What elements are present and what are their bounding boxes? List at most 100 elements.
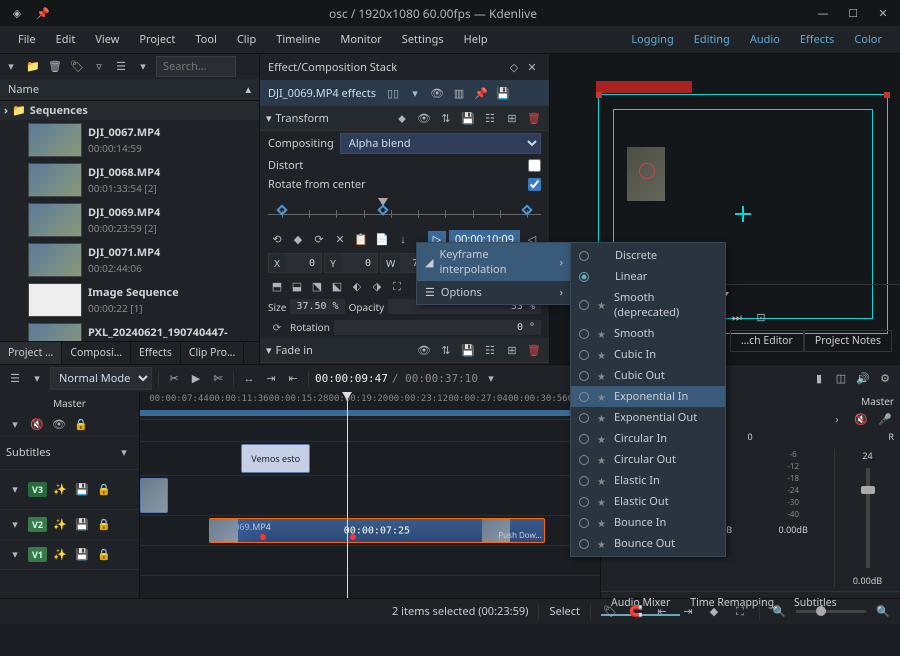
layout-audio[interactable]: Audio — [740, 28, 790, 51]
float-icon[interactable]: ◇ — [505, 58, 523, 76]
move-icon[interactable]: ⇅ — [437, 341, 455, 359]
menu-edit[interactable]: Edit — [46, 28, 86, 51]
interp-option[interactable]: ★Circular Out — [571, 449, 725, 470]
master-fader[interactable]: 24 0.00dB — [834, 449, 894, 587]
apply-icon[interactable]: ↓ — [394, 231, 412, 249]
chevron-down-icon[interactable]: ▾ — [406, 84, 424, 102]
eye-icon[interactable]: 👁 — [415, 109, 433, 127]
menu-timeline[interactable]: Timeline — [266, 28, 330, 51]
size-value[interactable]: 37.50 % — [290, 299, 344, 314]
tab-effects[interactable]: Effects — [131, 342, 181, 364]
fit-icon[interactable]: ⛶ — [388, 277, 406, 295]
marker-icon[interactable]: ▮ — [810, 370, 828, 388]
close-icon[interactable]: ✕ — [874, 4, 892, 22]
delete-effect-icon[interactable]: 🗑 — [525, 109, 543, 127]
mute-icon[interactable]: 🔇 — [28, 416, 46, 434]
fx-icon[interactable]: ✨ — [51, 546, 69, 564]
interp-option[interactable]: ★Bounce In — [571, 512, 725, 533]
compositing-select[interactable]: Alpha blend — [340, 133, 541, 154]
skip-forward-icon[interactable]: ⏭ — [728, 308, 746, 326]
tab-compositions[interactable]: Composi… — [62, 342, 131, 364]
bin-sequences-folder[interactable]: › 📁 Sequences — [0, 101, 259, 120]
expand-icon[interactable]: ▾ — [6, 481, 24, 499]
lock-icon[interactable]: 🔒 — [72, 416, 90, 434]
prev-keyframe-icon[interactable]: ⟲ — [268, 231, 286, 249]
subtitle-clip[interactable]: Vemos esto — [241, 444, 310, 473]
bin-item[interactable]: DJI_0071.MP400:02:44:06 — [0, 240, 259, 280]
menu-monitor[interactable]: Monitor — [330, 28, 391, 51]
save-icon[interactable]: 💾 — [73, 481, 91, 499]
align-left-icon[interactable]: ⬒ — [268, 277, 286, 295]
interp-option[interactable]: ★Smooth — [571, 323, 725, 344]
menu-file[interactable]: File — [8, 28, 46, 51]
chevron-down-icon[interactable]: ▾ — [115, 444, 133, 462]
menu-options[interactable]: ☰ Options › — [417, 281, 571, 304]
save-icon[interactable]: 💾 — [494, 84, 512, 102]
align-center-icon[interactable]: ⬓ — [288, 277, 306, 295]
fader-knob[interactable] — [861, 486, 875, 494]
timeline-ruler[interactable]: 00:00:07:44 00:00:11:36 00:00:15:28 00:0… — [140, 392, 600, 420]
timeline-menu-icon[interactable]: ☰ — [6, 370, 24, 388]
lock-icon[interactable]: 🔒 — [95, 546, 113, 564]
show-audio-icon[interactable]: 🔊 — [854, 370, 872, 388]
save-preset-icon[interactable]: 💾 — [459, 109, 477, 127]
overwrite-icon[interactable]: ⇤ — [284, 370, 302, 388]
expand-icon[interactable]: ▾ — [6, 516, 24, 534]
remove-keyframe-icon[interactable]: ✕ — [331, 231, 349, 249]
menu-clip[interactable]: Clip — [227, 28, 266, 51]
interp-option[interactable]: ★Elastic In — [571, 470, 725, 491]
folder-icon[interactable]: 📁 — [24, 58, 42, 76]
track-menu-icon[interactable]: ▾ — [28, 370, 46, 388]
settings-icon[interactable]: ⊞ — [503, 109, 521, 127]
transform-handle[interactable] — [884, 92, 890, 98]
options-icon[interactable]: ⚙ — [876, 370, 894, 388]
bin-item[interactable]: DJI_0068.MP400:01:33:54 [2] — [0, 160, 259, 200]
monitor-anchor-icon[interactable] — [639, 163, 655, 179]
pin-icon[interactable]: 📌 — [34, 4, 52, 22]
close-panel-icon[interactable]: ✕ — [523, 58, 541, 76]
search-input[interactable] — [156, 56, 236, 77]
interp-option[interactable]: ★Cubic In — [571, 344, 725, 365]
fade-in-effect-header[interactable]: ▾ Fade in 👁 ⇅ 💾 ☷ ⊞ 🗑 — [260, 338, 549, 363]
chevron-down-icon[interactable]: ▾ — [482, 370, 500, 388]
interp-option[interactable]: Discrete — [571, 245, 725, 266]
timeline-timecode[interactable]: 00:00:09:47 — [315, 372, 388, 385]
timeline-canvas[interactable]: 00:00:07:44 00:00:11:36 00:00:15:28 00:0… — [140, 392, 600, 598]
tab-project-notes[interactable]: Project Notes — [804, 330, 892, 352]
tab-project-bin[interactable]: Project … — [0, 342, 62, 364]
bin-item[interactable]: DJI_0069.MP400:00:23:59 [2] — [0, 200, 259, 240]
bin-tree[interactable]: › 📁 Sequences DJI_0067.MP400:00:14:59 DJ… — [0, 101, 259, 341]
keyframe-ruler[interactable] — [268, 198, 541, 224]
menu-view[interactable]: View — [85, 28, 129, 51]
add-clip-icon[interactable]: ▾ — [2, 58, 20, 76]
transform-y[interactable]: Y0 — [324, 253, 378, 273]
delete-icon[interactable]: 🗑 — [46, 58, 64, 76]
save-icon[interactable]: 💾 — [73, 546, 91, 564]
timeline-clip-selected[interactable]: DJI_0069.MP4 00:00:07:25 Push Dow… — [209, 518, 545, 543]
delete-effect-icon[interactable]: 🗑 — [525, 341, 543, 359]
snap-icon[interactable]: 🧲 — [627, 603, 645, 621]
zoom-slider[interactable] — [796, 610, 866, 613]
layout-effects[interactable]: Effects — [790, 28, 844, 51]
playhead[interactable] — [347, 392, 348, 598]
lock-icon[interactable]: 🔒 — [95, 481, 113, 499]
insert-icon[interactable]: ⇥ — [262, 370, 280, 388]
add-keyframe-icon[interactable]: ◆ — [289, 231, 307, 249]
lock-icon[interactable]: 🔒 — [95, 516, 113, 534]
tab-speech-editor[interactable]: …ch Editor — [730, 330, 804, 352]
more-icon[interactable]: ▾ — [134, 58, 152, 76]
rotate-center-checkbox[interactable] — [528, 178, 541, 191]
expand-icon[interactable]: ▾ — [6, 546, 24, 564]
tab-clip-properties[interactable]: Clip Pro… — [181, 342, 244, 364]
transform-x[interactable]: X0 — [268, 253, 322, 273]
save-icon[interactable]: 💾 — [73, 516, 91, 534]
bin-sort-icon[interactable]: ▴ — [245, 82, 251, 97]
align-top-icon[interactable]: ⬕ — [328, 277, 346, 295]
bin-item[interactable]: DJI_0067.MP400:00:14:59 — [0, 120, 259, 160]
minimize-icon[interactable]: — — [814, 4, 832, 22]
menu-tool[interactable]: Tool — [185, 28, 227, 51]
transform-handle[interactable] — [596, 92, 602, 98]
menu-keyframe-interpolation[interactable]: ◢ Keyframe interpolation › — [417, 243, 571, 281]
track-v1-tag[interactable]: V1 — [28, 547, 47, 562]
expand-mixer-icon[interactable]: › — [828, 410, 846, 428]
